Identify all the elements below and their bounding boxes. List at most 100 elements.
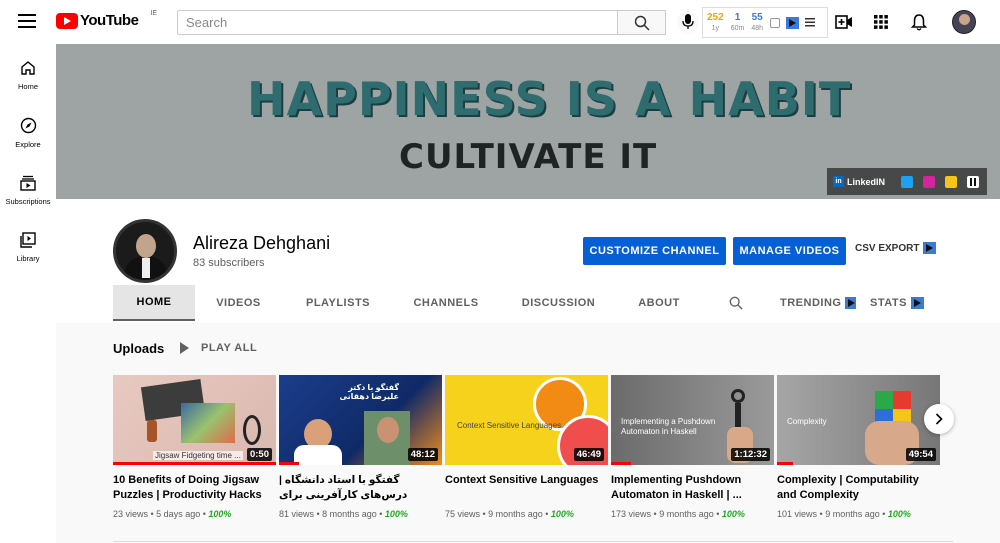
tab-stats-label: STATS	[870, 297, 907, 309]
sidebar-item-label: Subscriptions	[5, 197, 51, 206]
csv-export-button[interactable]: CSV EXPORT	[855, 242, 937, 254]
create-video-button[interactable]	[834, 12, 854, 32]
external-play-icon[interactable]	[786, 16, 799, 29]
video-card[interactable]: Complexity 49:54 Complexity | Computabil…	[777, 375, 940, 519]
tab-discussion[interactable]: DISCUSSION	[511, 285, 606, 321]
video-card[interactable]: Implementing a Pushdown Automaton in Has…	[611, 375, 774, 519]
uploads-heading[interactable]: Uploads	[113, 341, 164, 356]
menu-icon[interactable]	[18, 14, 36, 28]
tab-stats[interactable]: STATS	[868, 285, 926, 321]
youtube-logo[interactable]: YouTube IE	[56, 10, 157, 29]
pause-icon[interactable]	[967, 175, 980, 188]
watch-progress	[777, 462, 794, 465]
external-play-icon	[845, 297, 856, 309]
banner-subline: CULTIVATE IT	[399, 137, 658, 177]
instagram-icon[interactable]	[923, 175, 936, 188]
search-input[interactable]: Search	[177, 10, 618, 35]
video-duration: 1:12:32	[731, 448, 770, 461]
video-meta: 75 views • 9 months ago • 100%	[445, 509, 574, 519]
channel-avatar	[113, 219, 177, 283]
apps-button[interactable]	[871, 12, 891, 32]
sidebar-item-label: Home	[17, 82, 38, 91]
banner-headline: HAPPINESS IS A HABIT	[247, 72, 852, 126]
watch-progress	[279, 462, 299, 465]
top-bar: YouTube IE Search 252 1y 1 60m 55 48h	[0, 0, 1000, 44]
search-button[interactable]	[618, 10, 666, 35]
tab-trending-label: TRENDING	[780, 297, 842, 309]
thumb-caption: Jigsaw Fidgeting time ...	[153, 451, 243, 460]
video-title[interactable]: گفتگو با استاد دانشگاه | درس‌های کارآفری…	[279, 473, 442, 503]
logo-text: YouTube	[80, 12, 139, 29]
section-divider	[113, 541, 953, 542]
youtube-play-icon	[56, 12, 78, 29]
sidebar-item-subscriptions[interactable]: Subscriptions	[0, 175, 56, 206]
chevron-right-icon	[935, 413, 943, 425]
sidebar: Home Explore Subscriptions Library	[0, 44, 56, 543]
video-title[interactable]: Context Sensitive Languages	[445, 473, 608, 503]
thumb-caption: Context Sensitive Languages	[457, 421, 562, 430]
linkedin-link[interactable]: LinkedIN	[847, 177, 885, 187]
video-duration: 48:12	[407, 448, 438, 461]
subscriptions-icon	[20, 175, 36, 191]
video-title[interactable]: 10 Benefits of Doing Jigsaw Puzzles | Pr…	[113, 473, 276, 503]
play-icon	[180, 342, 189, 354]
channel-tabs: HOME VIDEOS PLAYLISTS CHANNELS DISCUSSIO…	[56, 285, 1000, 323]
carousel-next-button[interactable]	[924, 404, 954, 434]
play-all-button[interactable]: PLAY ALL	[180, 342, 257, 354]
create-icon	[835, 15, 852, 29]
channel-search-button[interactable]	[724, 285, 748, 321]
search-icon	[634, 15, 650, 31]
sidebar-item-library[interactable]: Library	[0, 232, 56, 263]
video-thumbnail[interactable]: Complexity 49:54	[777, 375, 940, 465]
play-all-label: PLAY ALL	[201, 342, 258, 354]
twitter-icon[interactable]	[901, 175, 914, 188]
stat-1y: 252 1y	[707, 12, 724, 33]
video-thumbnail[interactable]: گفتگو با دکتر علیرضا دهقانی 48:12	[279, 375, 442, 465]
csv-export-label: CSV EXPORT	[855, 242, 920, 254]
stat-60m: 1 60m	[730, 12, 745, 33]
tab-home[interactable]: HOME	[113, 285, 195, 321]
sidebar-item-explore[interactable]: Explore	[0, 117, 56, 149]
video-title[interactable]: Complexity | Computability and Complexit…	[777, 473, 940, 503]
list-icon[interactable]	[805, 18, 815, 27]
channel-page: HAPPINESS IS A HABIT CULTIVATE IT in Lin…	[56, 44, 1000, 543]
video-card[interactable]: Jigsaw Fidgeting time ... 0:50 10 Benefi…	[113, 375, 276, 519]
video-thumbnail[interactable]: Jigsaw Fidgeting time ... 0:50	[113, 375, 276, 465]
tab-playlists[interactable]: PLAYLISTS	[296, 285, 380, 321]
video-duration: 49:54	[905, 448, 936, 461]
thumb-caption: Implementing a Pushdown Automaton in Has…	[621, 417, 716, 436]
customize-channel-button[interactable]: CUSTOMIZE CHANNEL	[583, 237, 726, 265]
channel-header: Alireza Dehghani 83 subscribers CUSTOMIZ…	[56, 199, 1000, 323]
video-card[interactable]: Context Sensitive Languages 46:49 Contex…	[445, 375, 608, 519]
voice-search-button[interactable]	[677, 11, 699, 33]
linkedin-icon[interactable]: in	[833, 176, 844, 187]
channel-name: Alireza Dehghani	[193, 233, 331, 253]
external-play-icon	[923, 242, 937, 254]
video-meta: 101 views • 9 months ago • 100%	[777, 509, 911, 519]
video-card[interactable]: گفتگو با دکتر علیرضا دهقانی 48:12 گفتگو …	[279, 375, 442, 519]
video-title[interactable]: Implementing Pushdown Automaton in Haske…	[611, 473, 774, 503]
home-icon	[21, 61, 35, 75]
watch-progress	[113, 462, 276, 465]
sidebar-item-label: Explore	[15, 140, 41, 149]
tab-trending[interactable]: TRENDING	[780, 285, 856, 321]
chart-icon[interactable]	[770, 17, 780, 28]
video-thumbnail[interactable]: Implementing a Pushdown Automaton in Has…	[611, 375, 774, 465]
compass-icon	[20, 117, 36, 134]
sidebar-item-home[interactable]: Home	[0, 60, 56, 91]
channel-banner: HAPPINESS IS A HABIT CULTIVATE IT in Lin…	[56, 44, 1000, 199]
video-thumbnail[interactable]: Context Sensitive Languages 46:49	[445, 375, 608, 465]
medium-icon[interactable]	[945, 175, 958, 188]
account-avatar[interactable]	[952, 10, 976, 34]
microphone-icon	[682, 14, 694, 29]
external-play-icon	[910, 297, 924, 309]
video-duration: 46:49	[573, 448, 604, 461]
tab-channels[interactable]: CHANNELS	[401, 285, 491, 321]
tab-videos[interactable]: VIDEOS	[201, 285, 276, 321]
stats-widget[interactable]: 252 1y 1 60m 55 48h	[702, 7, 828, 38]
manage-videos-button[interactable]: MANAGE VIDEOS	[733, 237, 846, 265]
notifications-button[interactable]	[909, 12, 929, 32]
video-meta: 23 views • 5 days ago • 100%	[113, 509, 232, 519]
watch-progress	[611, 462, 631, 465]
tab-about[interactable]: ABOUT	[626, 285, 692, 321]
